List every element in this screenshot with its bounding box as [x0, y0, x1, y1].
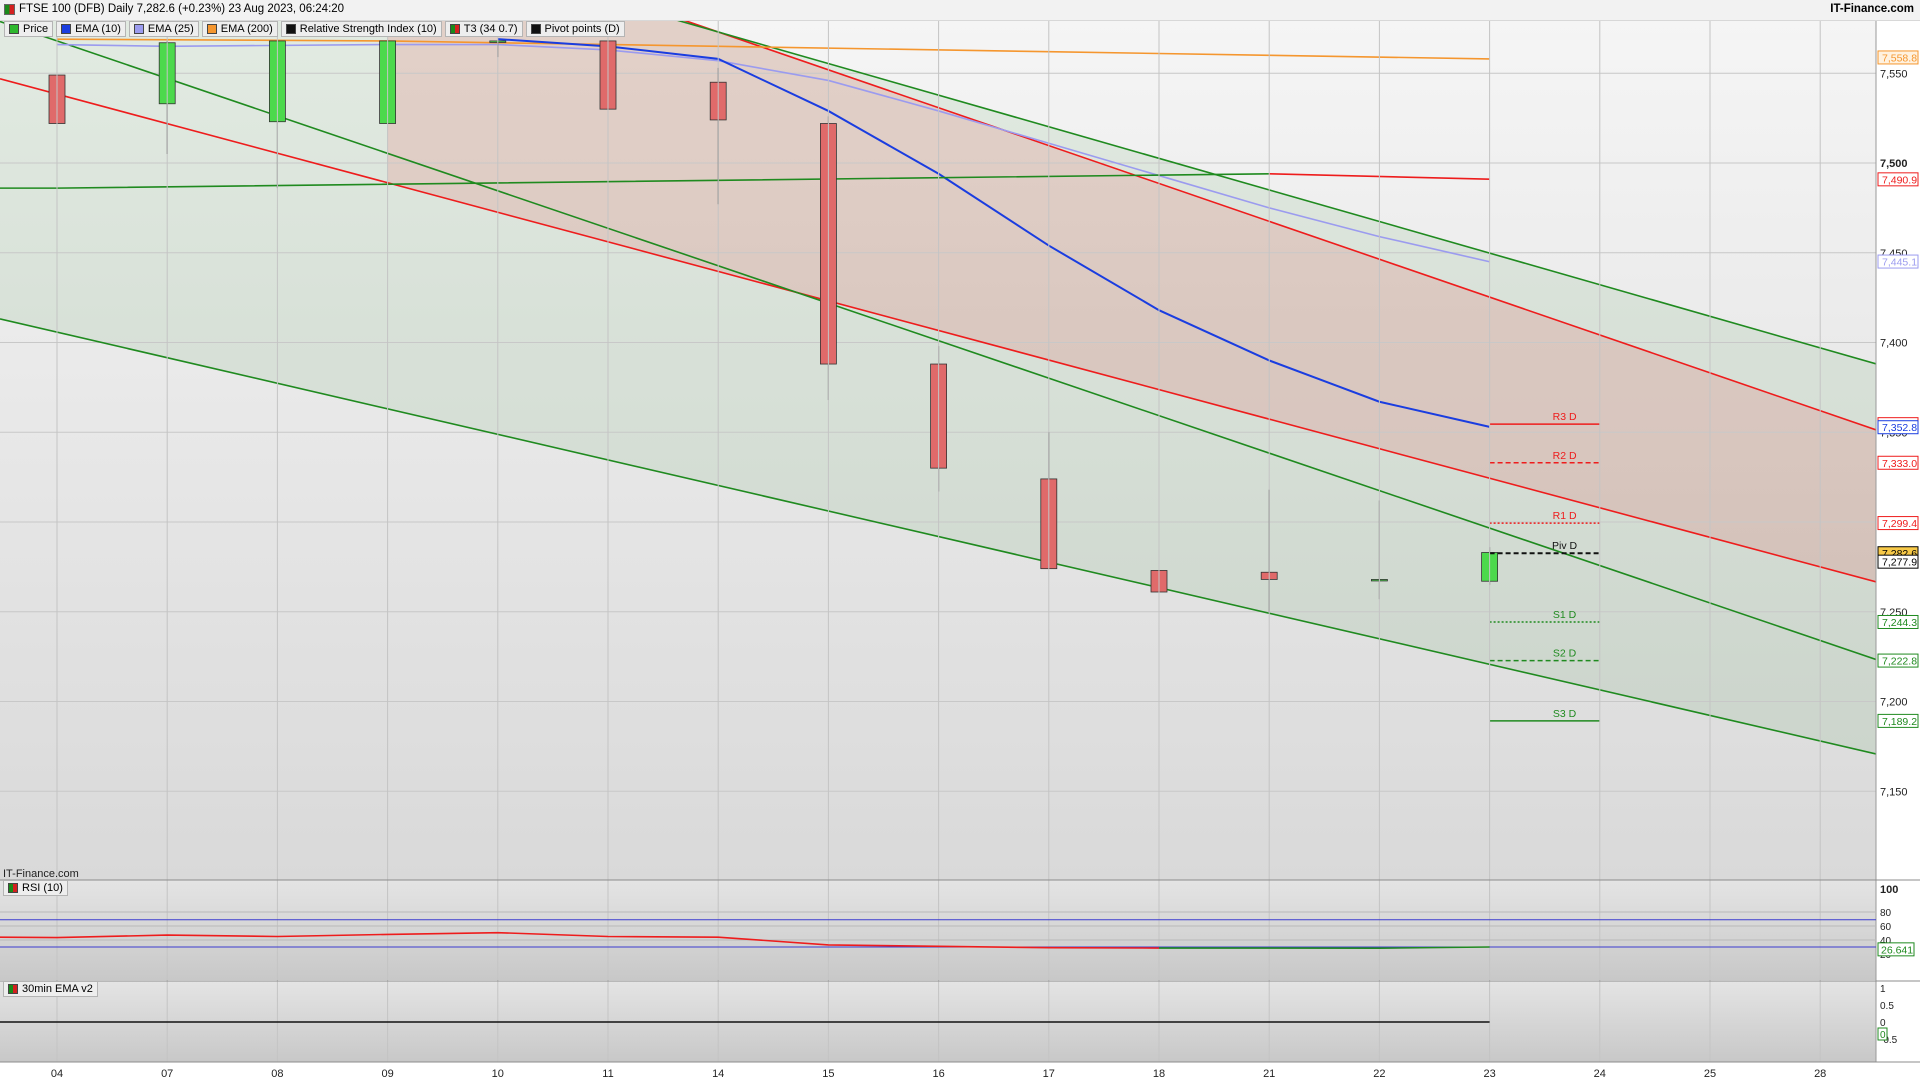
legend-ema25[interactable]: EMA (25) [128, 21, 199, 37]
ema-pane-tick-label: 0 [1880, 1018, 1886, 1029]
pivot-label: Piv D [1552, 540, 1578, 552]
rsi-tick-label: 60 [1880, 922, 1892, 933]
legend-label: Price [23, 23, 49, 35]
x-tick-label: 25 [1704, 1068, 1716, 1080]
x-tick-label: 10 [492, 1068, 504, 1080]
rsi-tick-label: 100 [1880, 884, 1898, 896]
pivot-label: R2 D [1553, 450, 1577, 462]
pivot-label: S2 D [1553, 648, 1577, 660]
rsi-pane-label[interactable]: RSI (10) [3, 880, 68, 896]
ema-pane-tick-label: 0.5 [1880, 1001, 1894, 1012]
price-tag-label: 7,558.8 [1882, 52, 1917, 64]
x-tick-label: 07 [161, 1068, 173, 1080]
rsi-pane-icon [8, 883, 18, 893]
chart-title: FTSE 100 (DFB) Daily 7,282.6 (+0.23%) 23… [4, 3, 344, 15]
price-tag-label: 7,445.1 [1882, 257, 1917, 269]
legend-rsi[interactable]: Relative Strength Index (10) [280, 21, 442, 37]
x-axis-background [0, 1062, 1920, 1080]
price-tag-label: 7,490.9 [1882, 174, 1917, 186]
pivot-label: S1 D [1553, 609, 1577, 621]
rsi-pane-background [0, 880, 1876, 980]
x-tick-label: 04 [51, 1068, 63, 1080]
legend-label: Pivot points (D) [544, 23, 620, 35]
x-tick-label: 18 [1153, 1068, 1165, 1080]
x-tick-label: 17 [1043, 1068, 1055, 1080]
ema-pane-icon [8, 984, 18, 994]
x-tick-label: 14 [712, 1068, 724, 1080]
chart-root: R3 D R2 D R1 D Piv D S1 D S2 D S3 D 7,550 7,500 7… [0, 0, 1920, 1080]
y-tick-label: 7,150 [1880, 786, 1908, 798]
legend-t3[interactable]: T3 (34 0.7) [444, 21, 523, 37]
rsi-value-label: 26.641 [1881, 944, 1913, 956]
x-tick-label: 15 [822, 1068, 834, 1080]
y-tick-label: 7,550 [1880, 68, 1908, 80]
instrument-icon [4, 3, 15, 15]
legend-price[interactable]: Price [4, 21, 54, 37]
x-tick-label: 09 [381, 1068, 393, 1080]
legend-label: EMA (200) [220, 23, 273, 35]
price-tag-label: 7,189.2 [1882, 716, 1917, 728]
pivot-label: R1 D [1553, 510, 1577, 522]
rsi-pane-title: RSI (10) [22, 882, 63, 894]
legend-pivot[interactable]: Pivot points (D) [525, 21, 625, 37]
x-tick-label: 23 [1483, 1068, 1495, 1080]
ema200-swatch-icon [206, 24, 217, 34]
price-tag-label: 7,222.8 [1882, 656, 1917, 668]
ema25-swatch-icon [133, 24, 144, 34]
x-tick-label: 22 [1373, 1068, 1385, 1080]
price-tag-label: 7,352.8 [1882, 422, 1917, 434]
x-tick-label: 08 [271, 1068, 283, 1080]
legend-label: Relative Strength Index (10) [299, 23, 437, 35]
legend-ema200[interactable]: EMA (200) [201, 21, 278, 37]
price-tag-label: 7,333.0 [1882, 458, 1917, 470]
legend-label: EMA (25) [147, 23, 194, 35]
rsi-tick-label: 80 [1880, 908, 1892, 919]
rsi-swatch-icon [285, 24, 296, 34]
pivot-swatch-icon [530, 24, 541, 34]
ema-pane-title: 30min EMA v2 [22, 983, 93, 995]
chart-header: FTSE 100 (DFB) Daily 7,282.6 (+0.23%) 23… [0, 0, 1920, 21]
price-tag-label: 7,277.9 [1882, 557, 1917, 569]
legend-label: T3 (34 0.7) [463, 23, 518, 35]
x-tick-label: 21 [1263, 1068, 1275, 1080]
x-tick-label: 11 [602, 1068, 613, 1080]
price-swatch-icon [9, 24, 19, 34]
x-tick-label: 28 [1814, 1068, 1826, 1080]
ema-pane-tick-label: 1 [1880, 984, 1886, 995]
indicator-legend: Price EMA (10) EMA (25) EMA (200) Relati… [4, 21, 625, 37]
legend-label: EMA (10) [75, 23, 121, 35]
price-tag-label: 7,244.3 [1882, 617, 1917, 629]
ema10-swatch-icon [61, 24, 72, 34]
y-tick-label: 7,400 [1880, 338, 1908, 350]
y-tick-label: 7,500 [1880, 158, 1908, 170]
y-tick-label: 7,200 [1880, 697, 1908, 709]
legend-ema10[interactable]: EMA (10) [56, 21, 126, 37]
x-tick-label: 16 [932, 1068, 944, 1080]
ema-pane-value-label: 0 [1880, 1030, 1886, 1041]
pivot-label: R3 D [1553, 411, 1577, 423]
ema-pane-label[interactable]: 30min EMA v2 [3, 981, 98, 997]
x-tick-label: 24 [1594, 1068, 1606, 1080]
pivot-label: S3 D [1553, 708, 1577, 720]
brand-label: IT-Finance.com [1830, 3, 1914, 15]
price-chart-svg: R3 D R2 D R1 D Piv D S1 D S2 D S3 D 7,550 7,500 7… [0, 20, 1920, 1080]
chart-title-text: FTSE 100 (DFB) Daily 7,282.6 (+0.23%) 23… [19, 3, 345, 15]
watermark: IT-Finance.com [3, 868, 79, 880]
t3-swatch-icon [449, 24, 460, 34]
price-tag-label: 7,299.4 [1882, 518, 1917, 530]
